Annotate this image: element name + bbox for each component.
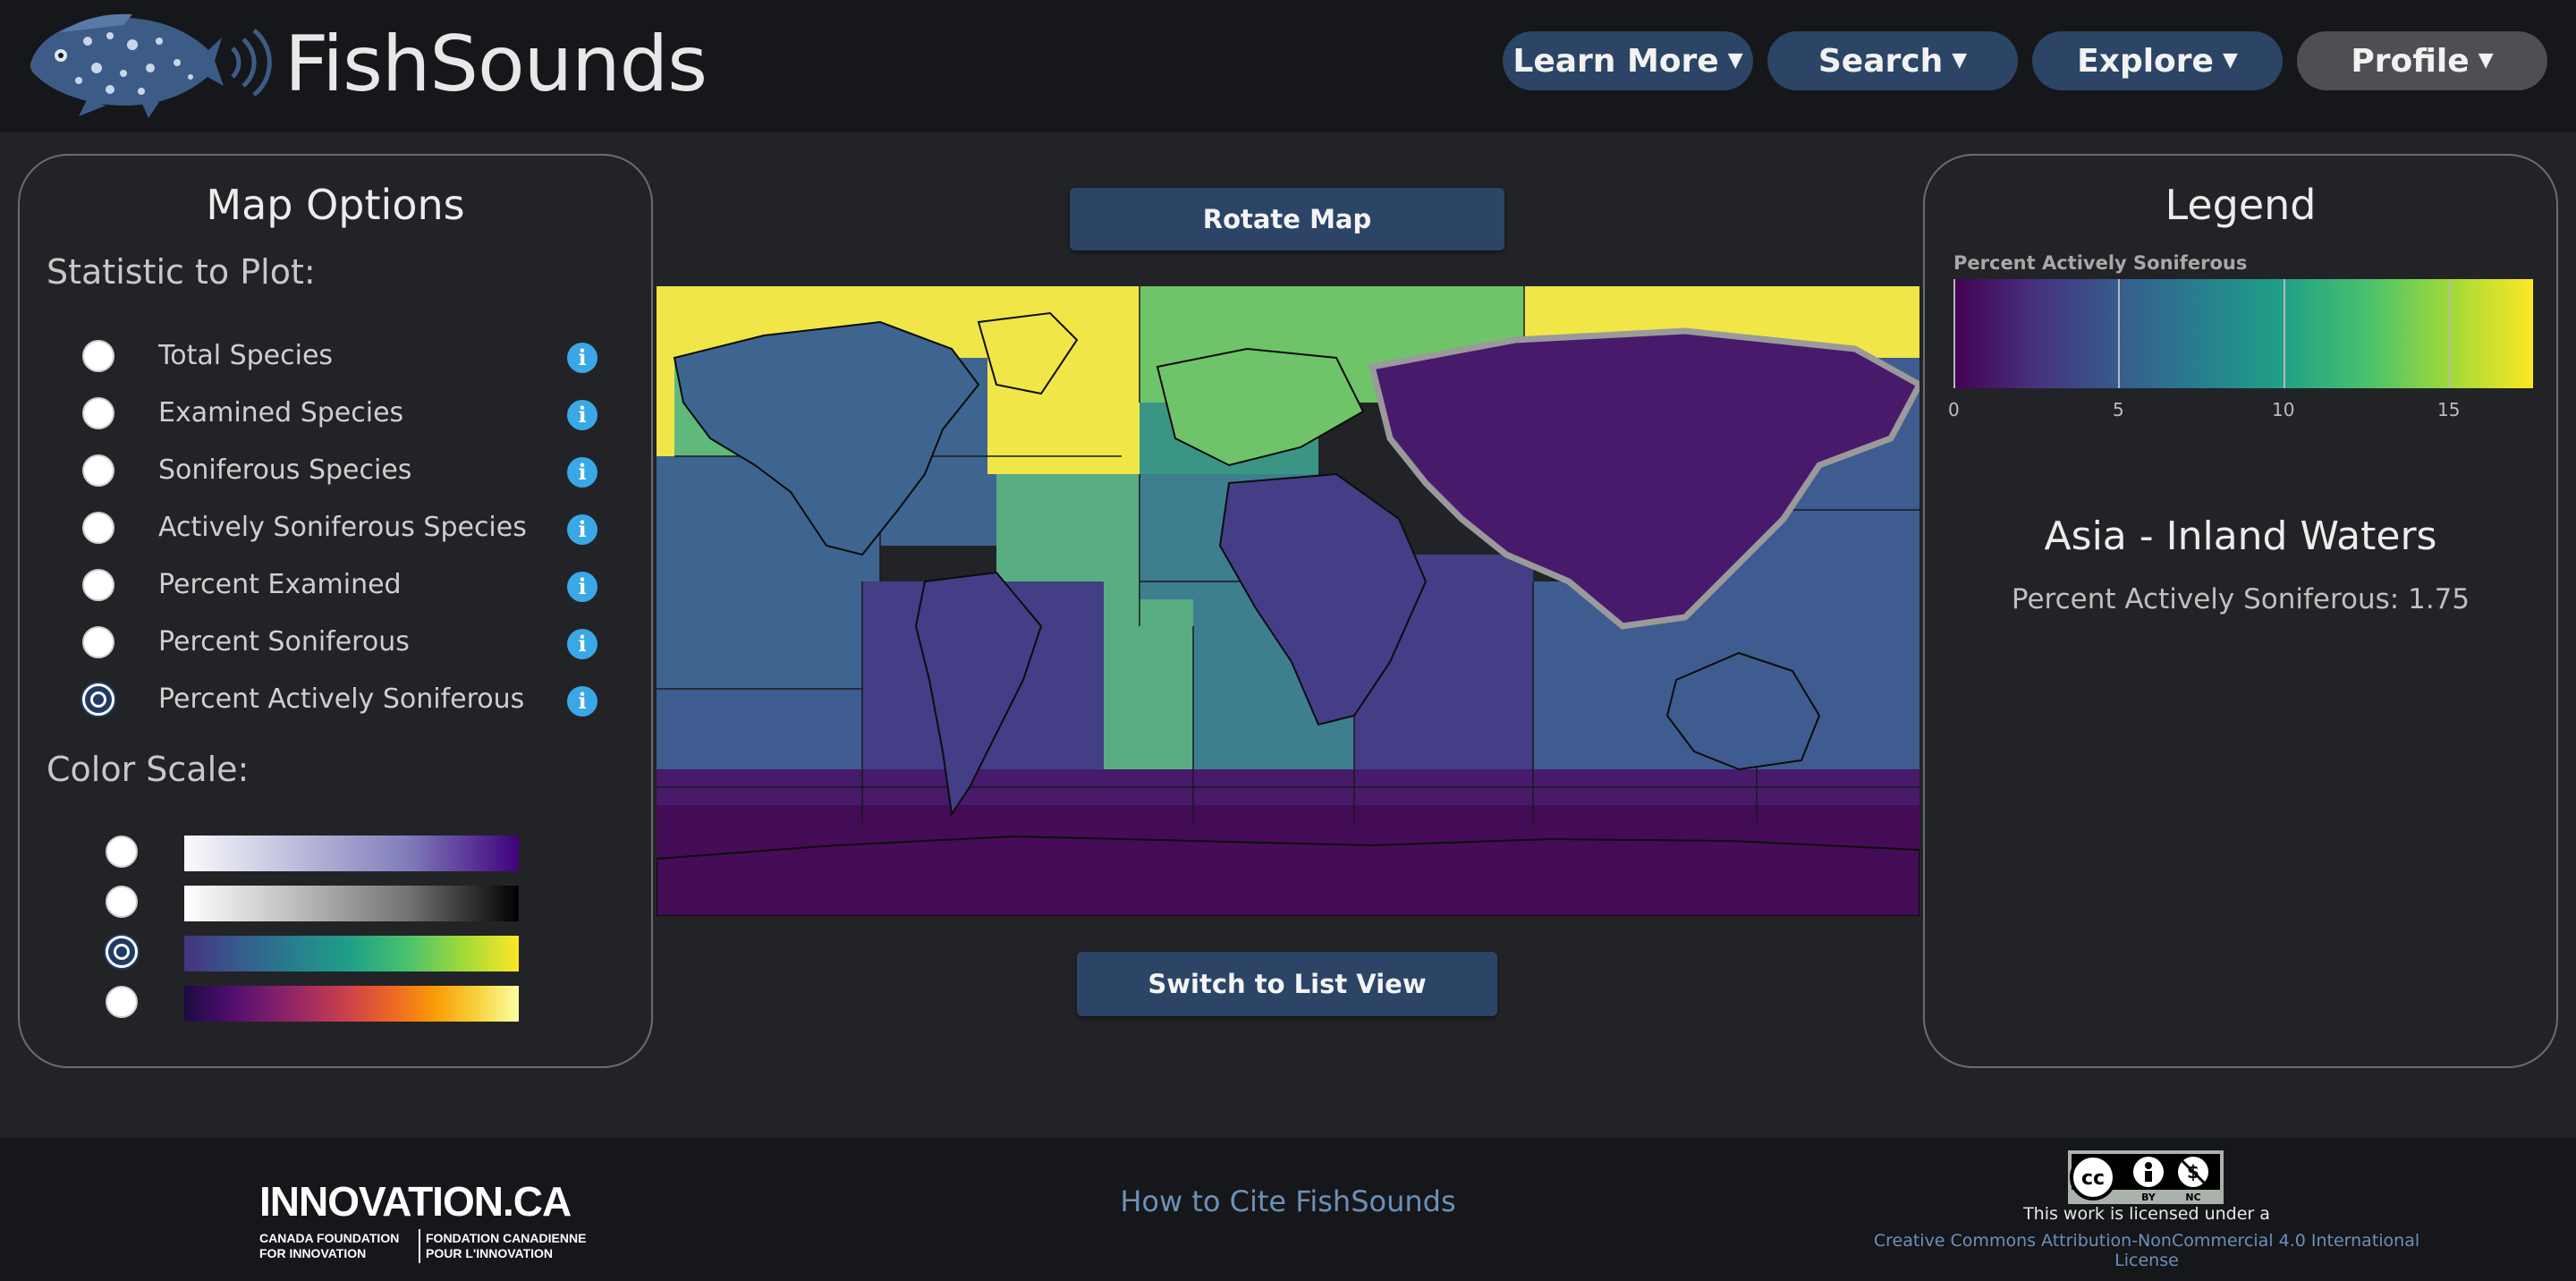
legend-tick-line [1953, 279, 1955, 388]
statistic-option[interactable]: Examined Species i [20, 392, 646, 437]
statistic-label: Percent Soniferous [158, 626, 410, 657]
statistic-label: Soniferous Species [158, 454, 412, 486]
switch-to-list-view-button[interactable]: Switch to List View [1077, 952, 1497, 1016]
info-icon[interactable]: i [567, 572, 597, 602]
innovation-en: CANADA FOUNDATION FOR INNOVATION [259, 1231, 400, 1260]
legend-tick-label: 10 [2272, 399, 2295, 420]
info-icon[interactable]: i [567, 629, 597, 659]
legend-tick-label: 0 [1948, 399, 1960, 420]
site-title[interactable]: FishSounds [284, 20, 708, 109]
nav-learn-more-dropdown[interactable]: Learn More ▼ [1503, 31, 1753, 90]
legend-tick-line [2118, 279, 2120, 388]
innovation-divider [419, 1229, 420, 1263]
color-scale-option[interactable] [20, 932, 646, 971]
map-options-title: Map Options [206, 181, 465, 229]
statistic-radio[interactable] [82, 626, 114, 658]
statistic-option[interactable]: Percent Soniferous i [20, 621, 646, 666]
svg-text:NC: NC [2185, 1192, 2200, 1203]
legend-panel: Legend Percent Actively Soniferous 0 5 1… [1923, 154, 2558, 1068]
info-icon[interactable]: i [567, 343, 597, 373]
info-icon[interactable]: i [567, 686, 597, 717]
statistic-label: Examined Species [158, 397, 404, 428]
color-scale-radio[interactable] [106, 986, 138, 1018]
legend-title: Legend [2165, 181, 2317, 229]
info-icon[interactable]: i [567, 514, 597, 545]
statistic-label: Percent Examined [158, 569, 402, 600]
color-scale-option[interactable] [20, 982, 646, 1022]
license-link[interactable]: Creative Commons Attribution-NonCommerci… [1843, 1231, 2451, 1270]
legend-tick-label: 15 [2437, 399, 2461, 420]
map-region-antarctica[interactable] [657, 835, 1919, 916]
nav-search-dropdown[interactable]: Search ▼ [1767, 31, 2018, 90]
nav-learn-more-label: Learn More [1513, 43, 1719, 80]
map-options-panel: Map Options Statistic to Plot: Total Spe… [18, 154, 653, 1068]
nav-profile-label: Profile [2351, 43, 2470, 80]
color-scale-heading: Color Scale: [47, 750, 250, 789]
map-region-pacific-ne[interactable] [657, 456, 674, 689]
innovation-fr: FONDATION CANADIENNE POUR L'INNOVATION [426, 1231, 587, 1260]
statistic-radio[interactable] [82, 454, 114, 487]
rotate-map-button[interactable]: Rotate Map [1070, 188, 1504, 250]
legend-color-bar [1953, 279, 2533, 388]
svg-text:BY: BY [2141, 1192, 2157, 1203]
inferno-swatch [184, 986, 519, 1022]
greys-swatch [184, 886, 519, 921]
color-scale-radio[interactable] [106, 836, 138, 868]
statistic-label: Percent Actively Soniferous [158, 683, 525, 715]
statistic-label: Actively Soniferous Species [158, 512, 527, 543]
color-scale-radio[interactable] [106, 886, 138, 918]
caret-down-icon: ▼ [1952, 49, 1968, 72]
nav-profile-dropdown[interactable]: Profile ▼ [2297, 31, 2547, 90]
statistic-radio-selected[interactable] [82, 683, 114, 716]
statistic-heading: Statistic to Plot: [47, 252, 316, 292]
top-navbar: FishSounds Learn More ▼ Search ▼ Explore ▼ … [0, 0, 2576, 132]
statistic-label: Total Species [158, 340, 334, 371]
statistic-option[interactable]: Total Species i [20, 335, 646, 379]
caret-down-icon: ▼ [2222, 49, 2238, 72]
color-scale-option[interactable] [20, 882, 646, 921]
legend-tick-line [2449, 279, 2451, 388]
statistic-radio[interactable] [82, 340, 114, 372]
caret-down-icon: ▼ [2478, 49, 2494, 72]
viridis-swatch [184, 936, 519, 971]
info-icon[interactable]: i [567, 400, 597, 430]
cc-by-nc-badge-icon[interactable]: cc $ BY NC [2068, 1150, 2224, 1204]
nav-search-label: Search [1818, 43, 1944, 80]
nav-explore-dropdown[interactable]: Explore ▼ [2032, 31, 2283, 90]
world-map[interactable] [657, 286, 1919, 916]
statistic-option[interactable]: Percent Examined i [20, 564, 646, 608]
color-scale-option[interactable] [20, 832, 646, 871]
statistic-option[interactable]: Percent Actively Soniferous i [20, 678, 646, 723]
info-icon[interactable]: i [567, 457, 597, 488]
fish-logo-icon[interactable] [25, 5, 275, 120]
statistic-option[interactable]: Actively Soniferous Species i [20, 506, 646, 551]
license-text: This work is licensed under a [2023, 1204, 2270, 1224]
legend-scale-label: Percent Actively Soniferous [1953, 252, 2248, 274]
legend-tick-line [2284, 279, 2285, 388]
svg-text:cc: cc [2081, 1167, 2105, 1190]
statistic-option[interactable]: Soniferous Species i [20, 449, 646, 494]
statistic-radio[interactable] [82, 569, 114, 601]
selected-region-stat: Percent Actively Soniferous: 1.75 [2011, 583, 2470, 615]
caret-down-icon: ▼ [1727, 49, 1743, 72]
selected-region-name: Asia - Inland Waters [2044, 513, 2437, 559]
nav-explore-label: Explore [2077, 43, 2214, 80]
footer: INNOVATION.CA CANADA FOUNDATION FOR INNO… [0, 1138, 2576, 1281]
legend-tick-label: 5 [2113, 399, 2124, 420]
purples-swatch [184, 836, 519, 871]
statistic-radio[interactable] [82, 512, 114, 544]
color-scale-radio-selected[interactable] [106, 936, 138, 968]
statistic-radio[interactable] [82, 397, 114, 429]
